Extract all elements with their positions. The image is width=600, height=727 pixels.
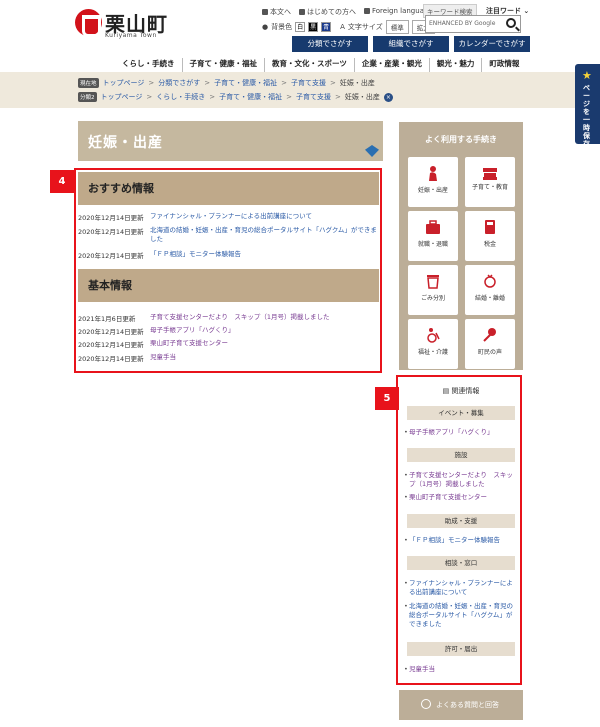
microphone-icon [483,328,496,342]
briefcase-icon [426,220,440,234]
nav-item-tourism[interactable]: 観光・魅力 [428,58,482,72]
breadcrumb-link[interactable]: 分類でさがす [158,78,200,88]
annotation-badge-5: 5 [375,387,399,410]
tile-welfare[interactable]: 福祉・介護 [408,319,458,369]
breadcrumb-current: 妊娠・出産 [339,79,375,87]
nav-item-childcare[interactable]: 子育て・健康・福祉 [181,58,265,72]
tile-childcare[interactable]: 子育て・教育 [465,157,515,207]
annotation-badge-4: 4 [50,170,74,193]
annotation-box-5 [396,375,522,685]
palette-icon: ● [262,23,269,31]
search-by-calendar-button[interactable]: カレンダーでさがす [454,36,530,52]
breadcrumb-area: 現在地 トップページ > 分類でさがす > 子育て・健康・福祉 > 子育て支援 > 妊娠… [0,72,600,108]
breadcrumb: 現在地 トップページ > 分類でさがす > 子育て・健康・福祉 > 子育て支援 > 妊娠… [78,78,375,88]
faq-button[interactable]: よくある質問と回答 [399,690,523,720]
pregnancy-icon [429,166,437,181]
page-title: 妊娠・出産 [88,135,163,151]
bg-black-button[interactable]: 黒 [308,22,319,32]
tile-marriage[interactable]: 結婚・離婚 [465,265,515,315]
top-links: 本文へ はじめての方へ Foreign language [262,7,433,17]
tile-tax[interactable]: 税金 [465,211,515,261]
nav-item-business[interactable]: 企業・産業・観光 [353,58,429,72]
search-placeholder: ENHANCED BY Google [429,20,496,27]
skip-to-content-link[interactable]: 本文へ [262,7,291,17]
tile-employment[interactable]: 就職・退職 [408,211,458,261]
site-header: 栗山町 Kuriyama Town 本文へ はじめての方へ Foreign la… [0,0,600,72]
bg-color-label: 背景色 [271,23,293,31]
breadcrumb-link[interactable]: トップページ [103,78,145,88]
bg-white-button[interactable]: 白 [295,22,306,32]
tile-pregnancy[interactable]: 妊娠・出産 [408,157,458,207]
display-settings: ● 背景色 白 黒 青 A 文字サイズ 標準 拡大 [262,20,435,34]
question-icon [421,699,431,709]
frequent-procedures: よく利用する手続き 妊娠・出産 子育て・教育 就職・退職 税金 ごみ分別 結婚・… [399,122,523,370]
breadcrumb-alt: 分類2 トップページ > くらし・手続き > 子育て・健康・福祉 > 子育て支援 > 妊… [78,92,393,102]
guide-buttons: 分類でさがす 組織でさがす カレンダーでさがす [292,36,530,52]
nav-item-government[interactable]: 町政情報 [481,58,526,72]
books-icon [483,168,497,180]
first-visit-link[interactable]: はじめての方へ [299,7,356,17]
global-nav: くらし・手続き 子育て・健康・福祉 教育・文化・スポーツ 企業・産業・観光 観光… [115,56,527,72]
globe-icon [364,8,370,14]
search-icon[interactable] [506,18,516,28]
breadcrumb-tag: 現在地 [78,78,99,88]
breadcrumb-link[interactable]: 子育て・健康・福祉 [219,92,282,102]
breadcrumb-link[interactable]: くらし・手続き [156,92,205,102]
trash-icon [427,275,439,289]
nav-item-living[interactable]: くらし・手続き [115,58,182,72]
breadcrumb-link[interactable]: 子育て支援 [296,92,331,102]
search-by-organization-button[interactable]: 組織でさがす [373,36,449,52]
font-size-label: 文字サイズ [347,23,383,31]
breadcrumb-link[interactable]: 子育て支援 [291,78,326,88]
site-logo[interactable]: 栗山町 Kuriyama Town [75,9,195,39]
rings-icon [484,274,496,288]
logo-subtext: Kuriyama Town [105,32,157,39]
nav-item-education[interactable]: 教育・文化・スポーツ [264,58,354,72]
save-page-tab[interactable]: ★ ページを一時保存 [575,64,600,148]
calculator-icon [485,220,495,234]
tile-garbage[interactable]: ごみ分別 [408,265,458,315]
font-standard-button[interactable]: 標準 [385,20,409,34]
breadcrumb-current: 妊娠・出産 [344,93,380,101]
faq-label: よくある質問と回答 [436,701,499,709]
frequent-title: よく利用する手続き [425,135,497,144]
annotation-box-4 [74,168,382,373]
star-icon: ★ [582,69,592,82]
page-title-box: 妊娠・出産 [78,121,383,161]
breadcrumb-tag: 分類2 [78,92,97,102]
wheelchair-icon [427,328,440,343]
town-emblem-icon [75,9,102,37]
search-input[interactable]: ENHANCED BY Google [425,15,521,33]
butterfly-icon [365,145,379,157]
search-by-category-button[interactable]: 分類でさがす [292,36,368,52]
font-size-icon: A [340,23,345,31]
save-page-label: ページを一時保存 [583,84,590,148]
shield-icon [299,9,305,15]
close-icon[interactable]: × [383,92,393,102]
breadcrumb-link[interactable]: トップページ [101,92,143,102]
tile-voice[interactable]: 町民の声 [465,319,515,369]
breadcrumb-link[interactable]: 子育て・健康・福祉 [214,78,277,88]
bg-blue-button[interactable]: 青 [321,22,332,32]
document-icon [262,9,268,15]
